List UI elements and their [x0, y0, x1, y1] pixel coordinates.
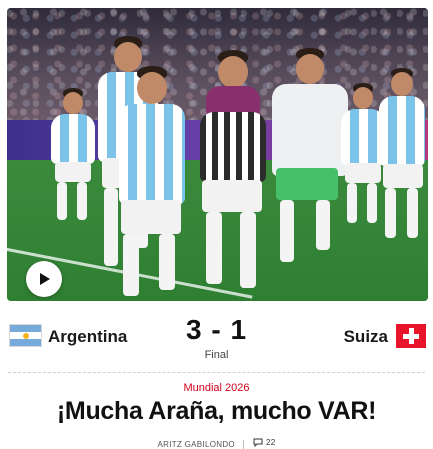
article-kicker[interactable]: Mundial 2026 [0, 382, 433, 394]
player-figure [107, 66, 197, 301]
divider [8, 372, 425, 373]
player-figure [47, 88, 97, 238]
away-team-name: Suiza [343, 327, 388, 346]
match-scoreboard[interactable]: Argentina 3 - 1 Final Suiza [0, 310, 433, 366]
comments-link[interactable]: 22 [253, 438, 276, 447]
author-name[interactable]: ARITZ GABILONDO [158, 440, 235, 449]
comments-count: 22 [265, 438, 276, 447]
article-headline[interactable]: ¡Mucha Araña, mucho VAR! [0, 397, 433, 426]
player-figure [375, 68, 428, 253]
play-icon [40, 273, 50, 285]
player-figure [192, 50, 272, 295]
match-status: Final [204, 349, 229, 361]
article-byline: ARITZ GABILONDO 22 [0, 438, 433, 449]
byline-separator [243, 440, 245, 449]
comment-icon [253, 438, 263, 447]
hero-photo[interactable] [7, 8, 428, 301]
switzerland-flag-icon [396, 324, 426, 348]
play-video-button[interactable] [26, 261, 62, 297]
